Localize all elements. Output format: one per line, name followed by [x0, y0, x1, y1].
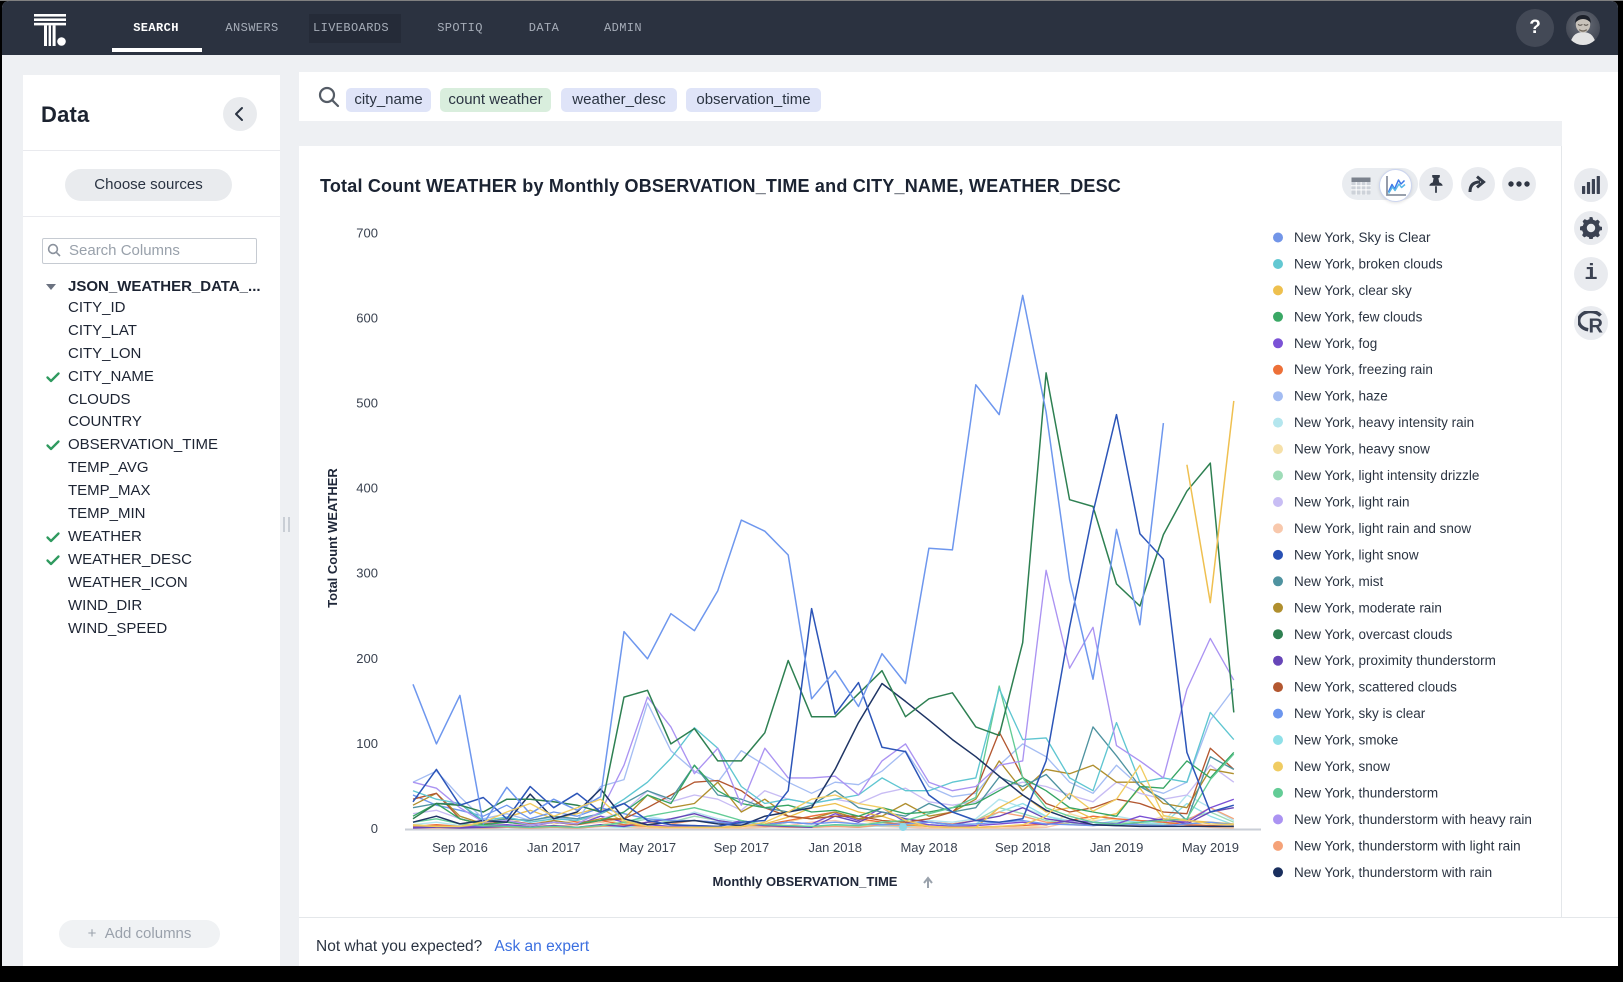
svg-text:New York, thunderstorm: New York, thunderstorm [1294, 785, 1438, 800]
svg-text:New York, Sky is Clear: New York, Sky is Clear [1294, 230, 1431, 245]
svg-text:New York, heavy intensity rain: New York, heavy intensity rain [1294, 415, 1474, 430]
svg-text:New York, light rain and snow: New York, light rain and snow [1294, 521, 1471, 536]
svg-text:Sep 2016: Sep 2016 [432, 840, 488, 855]
svg-text:New York, snow: New York, snow [1294, 759, 1390, 774]
svg-text:New York, mist: New York, mist [1294, 574, 1384, 589]
svg-text:Jan 2019: Jan 2019 [1090, 840, 1144, 855]
svg-text:New York, few clouds: New York, few clouds [1294, 309, 1423, 324]
svg-text:New York, thunderstorm with ra: New York, thunderstorm with rain [1294, 865, 1492, 880]
svg-text:New York, light rain: New York, light rain [1294, 495, 1410, 510]
svg-text:New York, haze: New York, haze [1294, 389, 1388, 404]
svg-text:Total Count WEATHER: Total Count WEATHER [325, 468, 340, 608]
svg-text:Jan 2018: Jan 2018 [808, 840, 862, 855]
svg-text:May 2017: May 2017 [619, 840, 676, 855]
svg-text:Sep 2018: Sep 2018 [995, 840, 1051, 855]
svg-text:600: 600 [356, 310, 378, 325]
svg-text:500: 500 [356, 396, 378, 411]
svg-text:New York, light snow: New York, light snow [1294, 547, 1419, 562]
svg-text:New York, light intensity driz: New York, light intensity drizzle [1294, 468, 1479, 483]
svg-text:New York, thunderstorm with he: New York, thunderstorm with heavy rain [1294, 812, 1532, 827]
svg-text:New York, freezing rain: New York, freezing rain [1294, 362, 1433, 377]
svg-text:100: 100 [356, 736, 378, 751]
svg-text:New York, moderate rain: New York, moderate rain [1294, 600, 1442, 615]
svg-text:400: 400 [356, 481, 378, 496]
svg-text:New York, scattered clouds: New York, scattered clouds [1294, 680, 1457, 695]
svg-text:New York, overcast clouds: New York, overcast clouds [1294, 627, 1453, 642]
svg-text:New York, broken clouds: New York, broken clouds [1294, 257, 1443, 272]
svg-text:Monthly OBSERVATION_TIME: Monthly OBSERVATION_TIME [713, 874, 898, 889]
svg-text:New York, thunderstorm with li: New York, thunderstorm with light rain [1294, 838, 1521, 853]
svg-text:700: 700 [356, 225, 378, 240]
svg-text:May 2018: May 2018 [900, 840, 957, 855]
svg-text:New York, smoke: New York, smoke [1294, 733, 1398, 748]
svg-text:New York, fog: New York, fog [1294, 336, 1377, 351]
svg-text:New York, proximity thundersto: New York, proximity thunderstorm [1294, 653, 1496, 668]
svg-text:May 2019: May 2019 [1182, 840, 1239, 855]
svg-text:New York, clear sky: New York, clear sky [1294, 283, 1412, 298]
svg-text:200: 200 [356, 651, 378, 666]
svg-text:300: 300 [356, 566, 378, 581]
svg-text:Sep 2017: Sep 2017 [714, 840, 770, 855]
svg-text:Jan 2017: Jan 2017 [527, 840, 581, 855]
svg-text:0: 0 [371, 821, 378, 836]
svg-text:R: R [1589, 316, 1604, 336]
svg-text:New York, sky is clear: New York, sky is clear [1294, 706, 1426, 721]
svg-text:New York, heavy snow: New York, heavy snow [1294, 442, 1430, 457]
